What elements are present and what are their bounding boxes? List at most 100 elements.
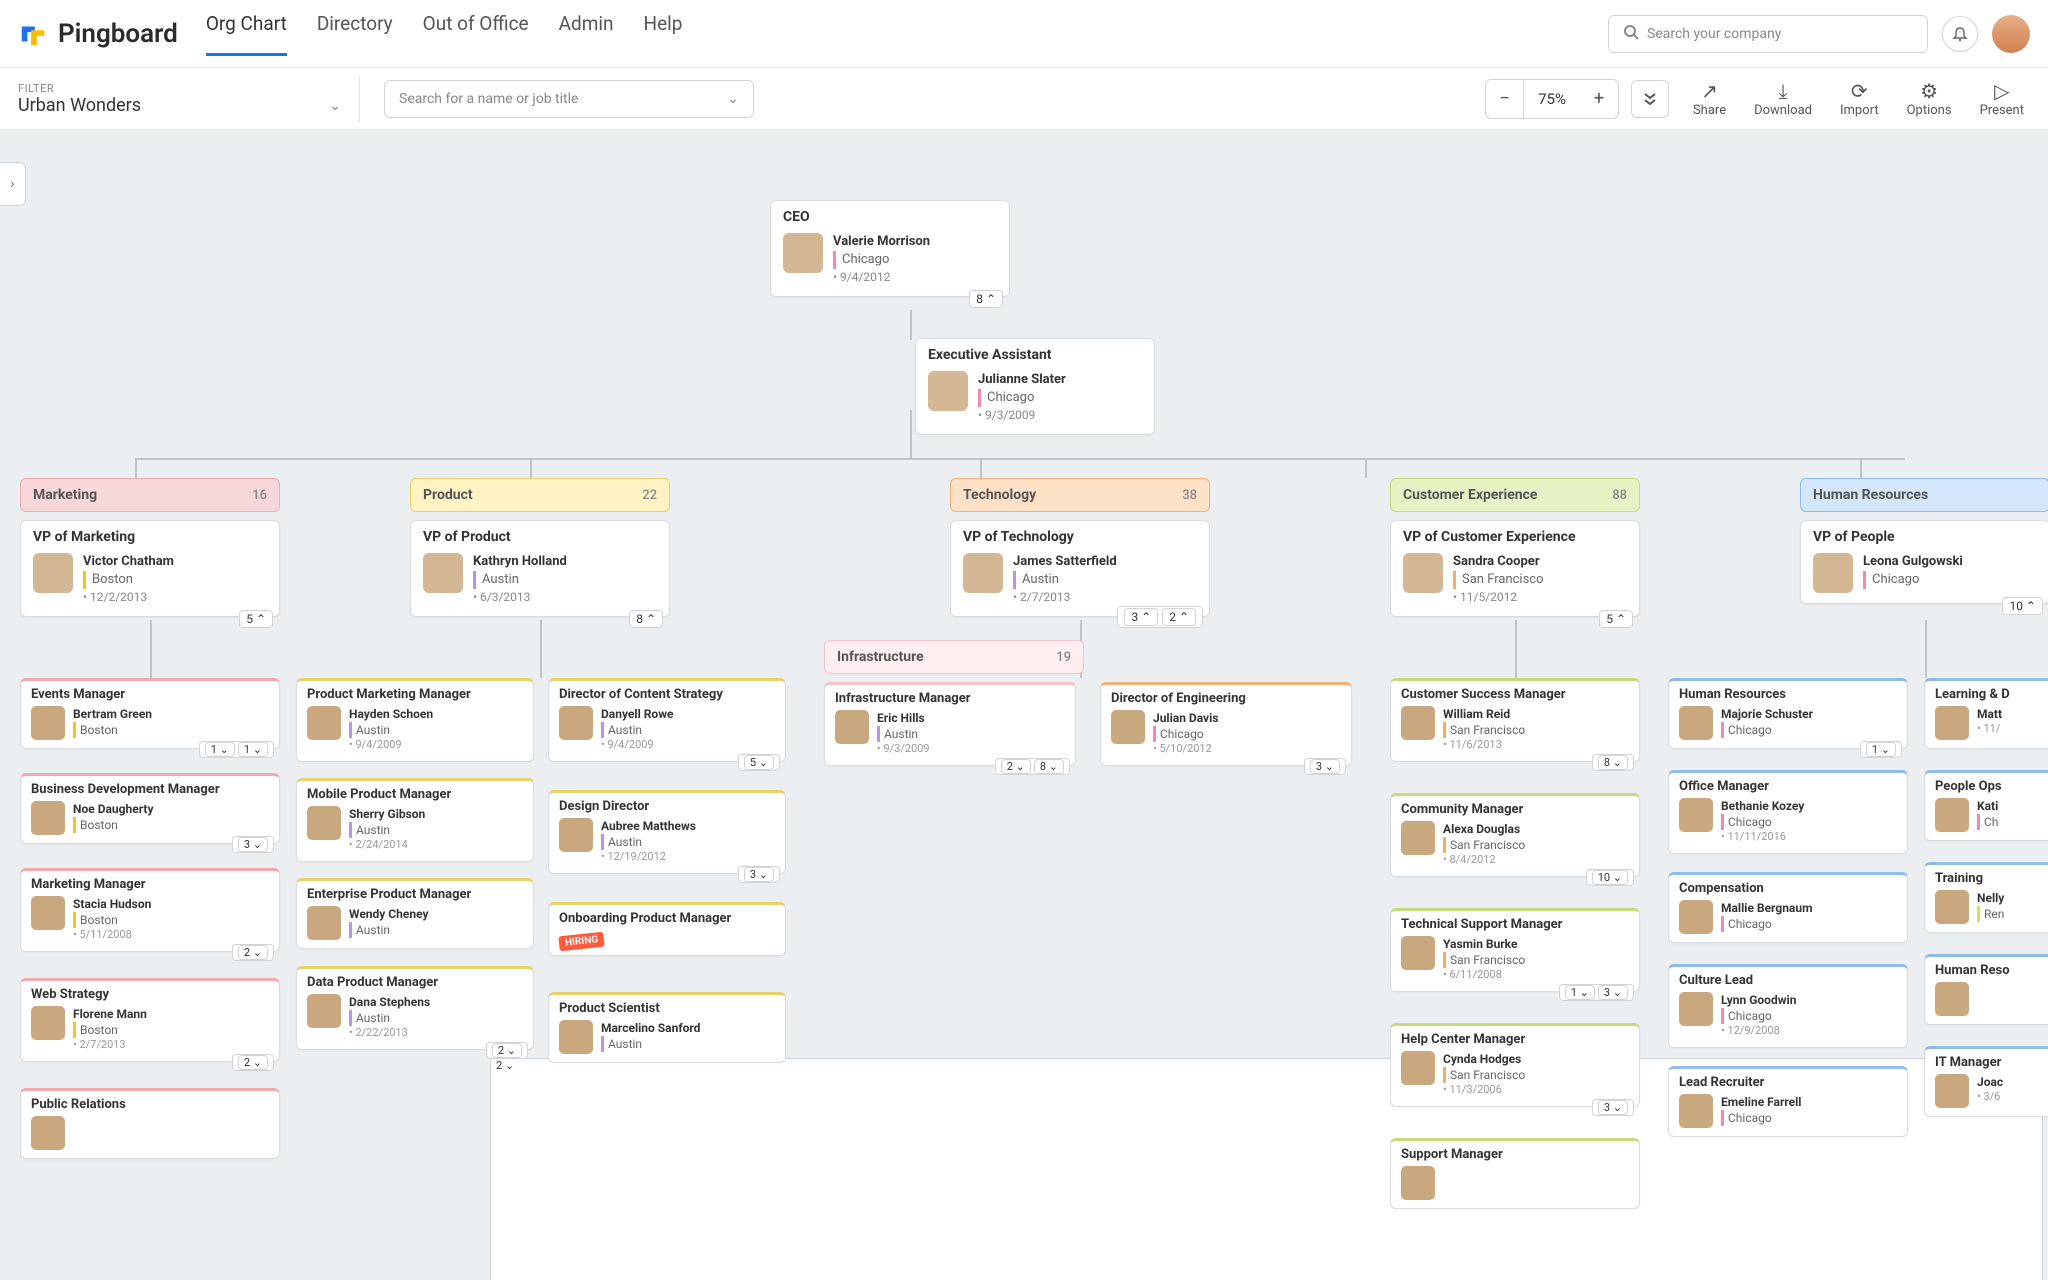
notifications-button[interactable]	[1942, 16, 1978, 52]
options-button[interactable]: ⚙Options	[1907, 79, 1952, 118]
report-count-badge[interactable]: 2 ⌄ 8 ⌄	[995, 758, 1070, 775]
report-count-badge[interactable]: 3 ⌄	[1592, 1099, 1634, 1116]
department-header[interactable]: Human Resources	[1800, 478, 2048, 512]
report-count-badge[interactable]: 2 ⌄	[486, 1042, 528, 1059]
person-card[interactable]: Office Manager Bethanie Kozey Chicago • …	[1668, 770, 1908, 854]
person-card[interactable]: Data Product Manager Dana Stephens Austi…	[296, 966, 534, 1050]
nav-help[interactable]: Help	[644, 12, 683, 56]
double-chevron-down-icon	[1643, 92, 1657, 106]
report-count-badge[interactable]: 5 ⌄	[738, 754, 780, 771]
report-count-badge[interactable]: 8 ⌃	[969, 290, 1003, 308]
report-count-badge[interactable]: 2 ⌄	[232, 1054, 274, 1071]
department-header[interactable]: Product 22	[410, 478, 670, 512]
person-card[interactable]: Learning & D Matt • 11/	[1924, 678, 2048, 749]
report-count-badge[interactable]: 10 ⌃	[2002, 597, 2043, 615]
avatar	[1111, 710, 1145, 744]
person-date: • 12/19/2012	[601, 850, 696, 865]
org-chart-canvas[interactable]: › CEO Valerie Morrison Chicago • 9/4/201…	[0, 130, 2048, 1280]
report-count-badge[interactable]: 8 ⌃	[629, 610, 663, 628]
person-card[interactable]: Training Nelly Ren	[1924, 862, 2048, 933]
report-count-badge[interactable]: 5 ⌃	[239, 610, 273, 628]
share-button[interactable]: ↗Share	[1693, 79, 1726, 118]
import-button[interactable]: ⟳Import	[1840, 79, 1879, 118]
person-card[interactable]: Product Scientist Marcelino Sanford Aust…	[548, 992, 786, 1063]
report-count-badge[interactable]: 3 ⌄	[738, 866, 780, 883]
department-header[interactable]: Marketing 16	[20, 478, 280, 512]
person-name: Kathryn Holland	[473, 553, 567, 571]
person-location: San Francisco	[1443, 837, 1525, 853]
nav-out-of-office[interactable]: Out of Office	[423, 12, 529, 56]
vp-card[interactable]: VP of Technology James Satterfield Austi…	[950, 520, 1210, 617]
expand-sidebar-button[interactable]: ›	[0, 162, 26, 206]
vp-card[interactable]: VP of Product Kathryn Holland Austin • 6…	[410, 520, 670, 617]
person-card[interactable]: Infrastructure Manager Eric Hills Austin…	[824, 682, 1076, 766]
person-card[interactable]: Human Reso	[1924, 954, 2048, 1025]
vp-card[interactable]: VP of Customer Experience Sandra Cooper …	[1390, 520, 1640, 617]
avatar	[559, 818, 593, 852]
person-card[interactable]: Human Resources Majorie Schuster Chicago…	[1668, 678, 1908, 749]
person-date: • 11/6/2013	[1443, 738, 1525, 753]
card-title: Product Marketing Manager	[297, 681, 533, 704]
avatar	[307, 806, 341, 840]
report-count-badge[interactable]: 10 ⌄	[1586, 869, 1634, 886]
person-card[interactable]: Culture Lead Lynn Goodwin Chicago • 12/9…	[1668, 964, 1908, 1048]
person-card[interactable]: Director of Engineering Julian Davis Chi…	[1100, 682, 1352, 766]
person-card[interactable]: Help Center Manager Cynda Hodges San Fra…	[1390, 1023, 1640, 1107]
report-count-badge[interactable]: 3 ⌃2 ⌃	[1117, 606, 1203, 628]
report-count-badge[interactable]: 8 ⌄	[1592, 754, 1634, 771]
present-button[interactable]: ▷Present	[1980, 79, 2024, 118]
avatar	[928, 371, 968, 411]
zoom-in-button[interactable]: +	[1580, 80, 1618, 118]
department-header[interactable]: Customer Experience 88	[1390, 478, 1640, 512]
person-card[interactable]: IT Manager Joac • 3/6	[1924, 1046, 2048, 1117]
person-name: Emeline Farrell	[1721, 1094, 1801, 1110]
department-header[interactable]: Technology 38	[950, 478, 1210, 512]
person-card[interactable]: Mobile Product Manager Sherry Gibson Aus…	[296, 778, 534, 862]
ceo-card[interactable]: CEO Valerie Morrison Chicago • 9/4/2012 …	[770, 200, 1010, 297]
person-card[interactable]: Director of Content Strategy Danyell Row…	[548, 678, 786, 762]
zoom-out-button[interactable]: −	[1486, 80, 1524, 118]
user-avatar[interactable]	[1992, 15, 2030, 53]
avatar	[307, 906, 341, 940]
report-count-badge[interactable]: 1 ⌄ 3 ⌄	[1559, 984, 1634, 1001]
person-card[interactable]: Enterprise Product Manager Wendy Cheney …	[296, 878, 534, 949]
person-card[interactable]: People Ops Kati Ch	[1924, 770, 2048, 841]
card-title: Design Director	[549, 793, 785, 816]
report-count-badge[interactable]: 1 ⌄ 1 ⌄	[199, 741, 274, 758]
nav-admin[interactable]: Admin	[559, 12, 614, 56]
person-card[interactable]: Product Marketing Manager Hayden Schoen …	[296, 678, 534, 762]
report-count-badge[interactable]: 3 ⌄	[232, 836, 274, 853]
filter-dropdown[interactable]: FILTER Urban Wonders ⌄	[0, 76, 360, 122]
nav-org-chart[interactable]: Org Chart	[206, 12, 287, 56]
person-card[interactable]: Technical Support Manager Yasmin Burke S…	[1390, 908, 1640, 992]
download-button[interactable]: ⤓Download	[1754, 79, 1812, 118]
person-card[interactable]: Marketing Manager Stacia Hudson Boston •…	[20, 868, 280, 952]
card-title: Learning & D	[1925, 681, 2048, 704]
person-card[interactable]: Customer Success Manager William Reid Sa…	[1390, 678, 1640, 762]
vp-card[interactable]: VP of Marketing Victor Chatham Boston • …	[20, 520, 280, 617]
person-card[interactable]: Business Development Manager Noe Daugher…	[20, 773, 280, 844]
person-card[interactable]: Lead Recruiter Emeline Farrell Chicago	[1668, 1066, 1908, 1137]
nav-directory[interactable]: Directory	[317, 12, 393, 56]
report-count-badge[interactable]: 3 ⌄	[1304, 758, 1346, 775]
person-location: San Francisco	[1453, 571, 1544, 589]
person-card[interactable]: Web Strategy Florene Mann Boston • 2/7/2…	[20, 978, 280, 1062]
department-header[interactable]: Infrastructure 19	[824, 640, 1084, 674]
ea-card[interactable]: Executive Assistant Julianne Slater Chic…	[915, 338, 1155, 435]
person-card[interactable]: Community Manager Alexa Douglas San Fran…	[1390, 793, 1640, 877]
person-card[interactable]: Design Director Aubree Matthews Austin •…	[548, 790, 786, 874]
report-count-badge[interactable]: 1 ⌄	[1860, 741, 1902, 758]
vp-card[interactable]: VP of People Leona Gulgowski Chicago 10 …	[1800, 520, 2048, 604]
search-company[interactable]: Search your company	[1608, 15, 1928, 53]
report-count-badge[interactable]: 2 ⌄	[232, 944, 274, 961]
search-name-input[interactable]: Search for a name or job title ⌄	[384, 80, 754, 118]
person-card[interactable]: Public Relations	[20, 1088, 280, 1159]
person-card[interactable]: Events Manager Bertram Green Boston 1 ⌄ …	[20, 678, 280, 749]
card-title: Customer Success Manager	[1391, 681, 1639, 704]
collapse-all-button[interactable]	[1631, 80, 1669, 118]
person-location: Chicago	[833, 251, 930, 269]
report-count-badge[interactable]: 5 ⌃	[1599, 610, 1633, 628]
person-card[interactable]: Compensation Mallie Bergnaum Chicago	[1668, 872, 1908, 943]
person-card[interactable]: Onboarding Product Manager HIRING	[548, 902, 786, 956]
person-card[interactable]: Support Manager	[1390, 1138, 1640, 1209]
